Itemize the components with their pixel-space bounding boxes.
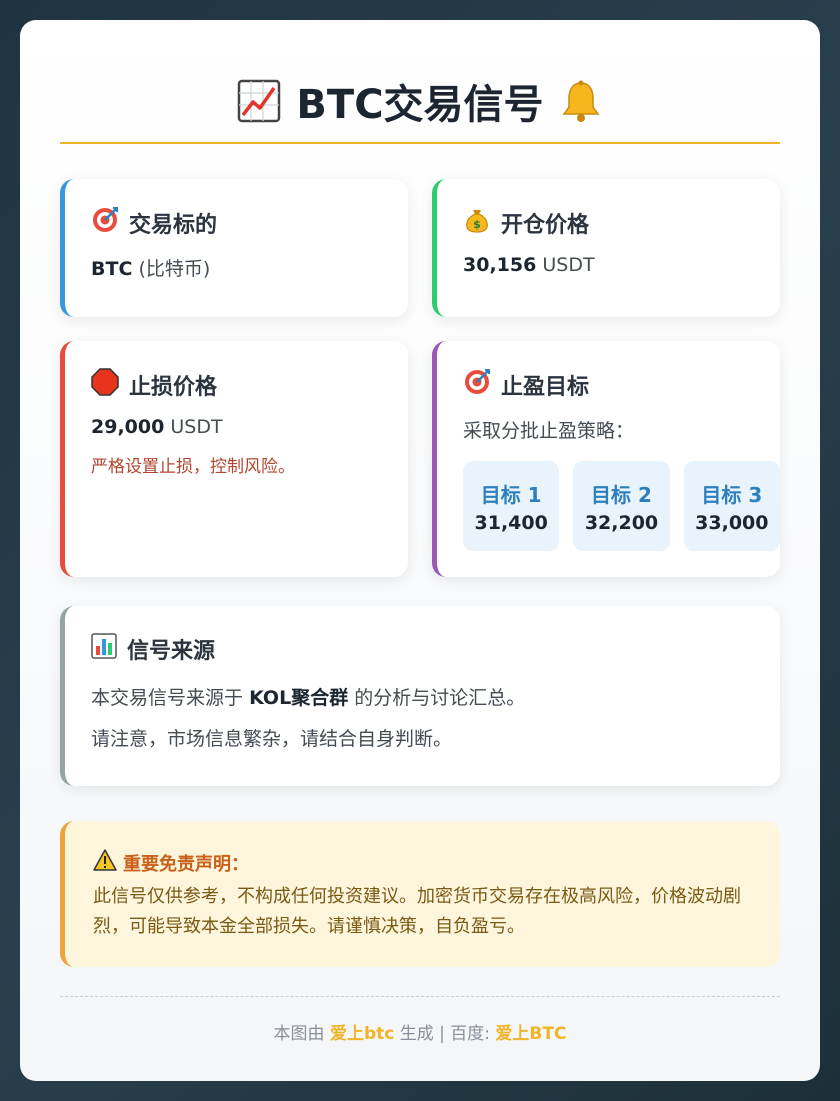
footer-middle: 生成 | 百度: xyxy=(399,1024,490,1044)
entry-title: 开仓价格 xyxy=(501,213,590,238)
disclaimer-box: 重要免责声明： 此信号仅供参考，不构成任何投资建议。加密货币交易存在极高风险，价… xyxy=(60,821,780,967)
stop-loss-heading: 止损价格 xyxy=(91,368,408,402)
disclaimer-heading: 重要免责声明： xyxy=(93,849,755,876)
asset-box: 交易标的 BTC (比特币) xyxy=(60,179,408,317)
bar-chart-icon xyxy=(91,633,117,665)
stop-loss-line: 29,000 USDT xyxy=(91,416,408,438)
page-title: BTC交易信号 xyxy=(296,82,544,128)
source-line-2: 请注意，市场信息繁杂，请结合自身判断。 xyxy=(91,728,453,750)
footer-baidu-link[interactable]: 爱上BTC xyxy=(495,1019,566,1044)
take-profit-box: 止盈目标 采取分批止盈策略： 目标 1 31,400 目标 2 32,200 目… xyxy=(432,341,780,577)
asset-heading: 交易标的 xyxy=(91,206,408,240)
footer: 本图由 爱上btc 生成 | 百度: 爱上BTC xyxy=(60,996,780,1066)
entry-unit: USDT xyxy=(542,254,595,276)
source-title: 信号来源 xyxy=(127,639,216,664)
asset-title: 交易标的 xyxy=(129,213,218,238)
stop-sign-icon xyxy=(91,368,119,402)
target-value: 31,400 xyxy=(474,511,548,534)
footer-prefix: 本图由 xyxy=(273,1024,325,1044)
source-suffix: 的分析与讨论汇总。 xyxy=(354,687,526,709)
target-card-2: 目标 2 32,200 xyxy=(573,461,670,551)
target-icon xyxy=(463,368,491,402)
entry-heading: $ 开仓价格 xyxy=(463,206,780,240)
chart-increasing-icon xyxy=(236,78,282,124)
asset-line: BTC (比特币) xyxy=(91,254,408,281)
header: BTC交易信号 xyxy=(60,60,780,144)
target-value: 33,000 xyxy=(695,511,769,534)
stop-loss-box: 止损价格 29,000 USDT 严格设置止损，控制风险。 xyxy=(60,341,408,577)
asset-symbol: BTC xyxy=(91,258,133,280)
target-icon xyxy=(91,206,119,240)
stop-loss-price: 29,000 xyxy=(91,416,165,438)
signal-source-box: 信号来源 本交易信号来源于 KOL聚合群 的分析与讨论汇总。 请注意，市场信息繁… xyxy=(60,606,780,786)
entry-price-box: $ 开仓价格 30,156 USDT xyxy=(432,179,780,317)
take-profit-heading: 止盈目标 xyxy=(463,368,780,402)
stop-loss-title: 止损价格 xyxy=(129,375,218,400)
entry-price: 30,156 xyxy=(463,254,537,276)
source-group: KOL聚合群 xyxy=(249,687,349,709)
disclaimer-title: 重要免责声明： xyxy=(123,853,249,875)
target-list: 目标 1 31,400 目标 2 32,200 目标 3 33,000 xyxy=(463,461,780,551)
disclaimer-body: 此信号仅供参考，不构成任何投资建议。加密货币交易存在极高风险，价格波动剧烈，可能… xyxy=(93,886,741,937)
signal-card: BTC交易信号 交易标的 BTC (比特币) $ 开仓价格 30,156 USD… xyxy=(20,20,820,1081)
bell-icon xyxy=(558,78,604,124)
target-label: 目标 2 xyxy=(591,482,652,507)
source-prefix: 本交易信号来源于 xyxy=(91,687,244,709)
take-profit-strategy: 采取分批止盈策略： xyxy=(463,420,635,442)
target-label: 目标 1 xyxy=(480,482,542,507)
source-heading: 信号来源 xyxy=(91,633,780,665)
target-card-3: 目标 3 33,000 xyxy=(683,461,780,551)
stop-loss-unit: USDT xyxy=(170,416,223,438)
take-profit-title: 止盈目标 xyxy=(501,375,590,400)
svg-text:$: $ xyxy=(473,218,481,231)
source-line-1: 本交易信号来源于 KOL聚合群 的分析与讨论汇总。 xyxy=(91,683,780,710)
target-label: 目标 3 xyxy=(701,482,763,507)
money-bag-icon: $ xyxy=(463,206,491,240)
stop-loss-note: 严格设置止损，控制风险。 xyxy=(91,457,295,477)
asset-name: (比特币) xyxy=(138,258,211,280)
target-card-1: 目标 1 31,400 xyxy=(463,461,560,551)
footer-brand-link[interactable]: 爱上btc xyxy=(330,1019,394,1044)
target-value: 32,200 xyxy=(584,511,659,534)
entry-line: 30,156 USDT xyxy=(463,254,780,276)
warning-icon xyxy=(93,849,117,876)
